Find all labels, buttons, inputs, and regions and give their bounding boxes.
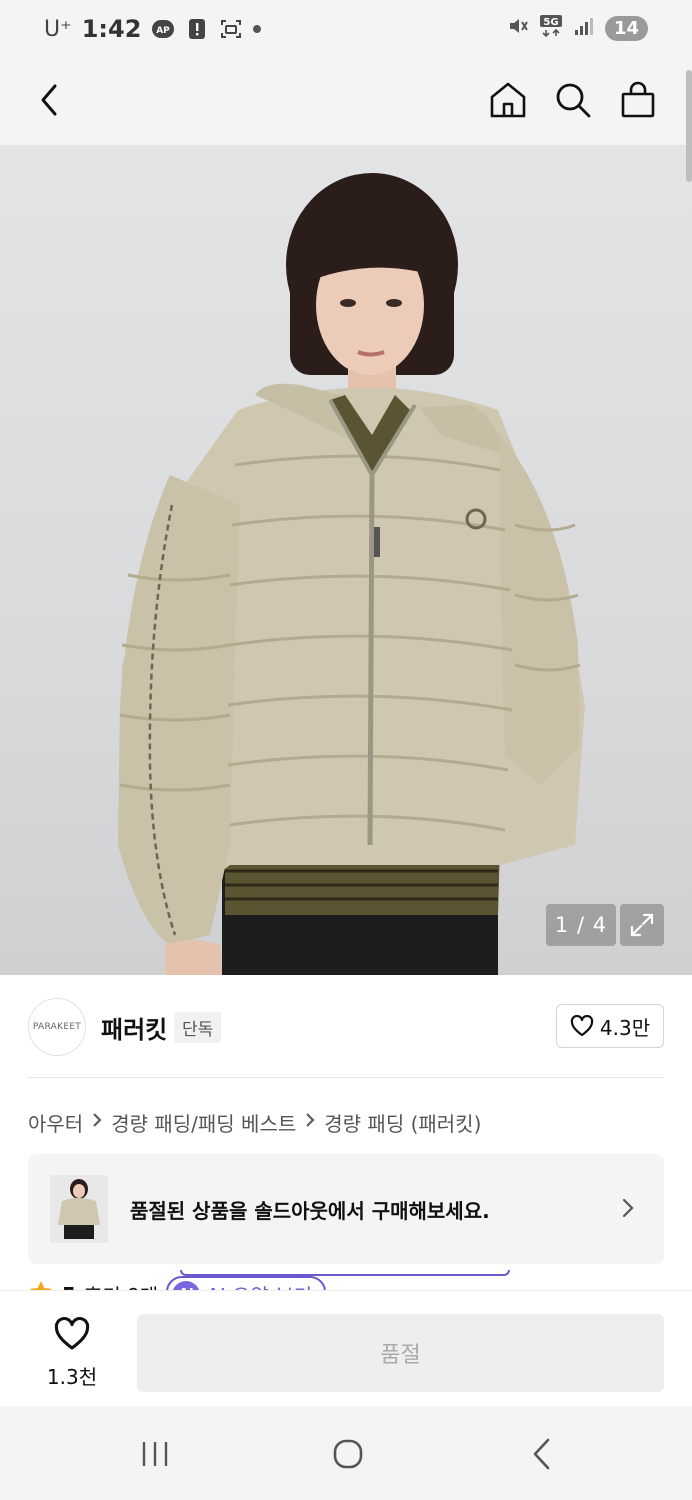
- alert-icon: [185, 17, 209, 41]
- home-button[interactable]: [484, 76, 532, 124]
- expand-image-button[interactable]: [620, 904, 664, 946]
- home-icon: [490, 82, 526, 118]
- review-summary-row: 5 후기 9개 AI AI 요약 보기: [28, 1270, 664, 1290]
- heart-icon: [54, 1316, 90, 1350]
- review-count[interactable]: 후기 9개: [84, 1280, 158, 1290]
- product-photo: [118, 173, 585, 975]
- banner-text: 품절된 상품을 솔드아웃에서 구매해보세요.: [130, 1199, 490, 1223]
- top-app-bar: [0, 58, 692, 145]
- dot-icon: [253, 25, 262, 33]
- expand-icon: [630, 913, 654, 937]
- image-counter: 1 / 4: [546, 904, 616, 946]
- chevron-right-icon: [614, 1194, 642, 1222]
- page-scrollbar[interactable]: [686, 70, 692, 182]
- carrier-label: U⁺: [44, 16, 72, 42]
- recent-apps-icon: [142, 1442, 168, 1466]
- soldout-button[interactable]: 품절: [137, 1314, 664, 1392]
- divider: [28, 1077, 664, 1078]
- breadcrumb-item-light-padding[interactable]: 경량 패딩 (패러킷): [324, 1108, 481, 1137]
- app-notification-icon: AP: [151, 17, 175, 41]
- battery-indicator: 14: [604, 15, 648, 41]
- svg-text:AP: AP: [157, 26, 171, 36]
- signal-icon: [573, 15, 595, 41]
- exclusive-badge: 단독: [174, 1012, 222, 1043]
- soldout-banner[interactable]: 품절된 상품을 솔드아웃에서 구매해보세요.: [28, 1154, 664, 1264]
- breadcrumb: 아우터 경량 패딩/패딩 베스트 경량 패딩 (패러킷): [28, 1108, 481, 1137]
- brand-name[interactable]: 패러킷: [101, 1010, 167, 1045]
- ai-summary-button[interactable]: AI AI 요약 보기: [166, 1276, 327, 1290]
- home-nav-button[interactable]: [324, 1430, 372, 1478]
- 5g-icon: 5G: [539, 14, 563, 42]
- chevron-right-icon: [92, 1112, 102, 1133]
- status-bar: U⁺ 1:42 AP 5G 14: [0, 0, 692, 58]
- svg-text:5G: 5G: [543, 17, 558, 28]
- mute-icon: [507, 15, 529, 41]
- banner-thumbnail: [50, 1175, 108, 1243]
- brand-like-button[interactable]: 4.3만: [556, 1004, 664, 1048]
- rating-value: 5: [62, 1283, 76, 1291]
- ai-badge: AI: [172, 1280, 201, 1290]
- brand-logo-text: PARAKEET: [32, 1022, 82, 1032]
- search-button[interactable]: [549, 76, 597, 124]
- brand-like-count: 4.3만: [599, 1015, 651, 1040]
- clock: 1:42: [81, 15, 142, 43]
- product-image-carousel[interactable]: 1 / 4: [0, 145, 692, 975]
- back-nav-icon: [533, 1438, 550, 1470]
- bottom-action-bar: 1.3천 품절: [0, 1290, 692, 1406]
- back-button[interactable]: [26, 76, 74, 124]
- recent-apps-button[interactable]: [131, 1430, 179, 1478]
- brand-row: PARAKEET 패러킷 단독 4.3만: [28, 996, 664, 1056]
- wishlist-count: 1.3천: [46, 1365, 98, 1389]
- brand-logo[interactable]: PARAKEET: [28, 998, 86, 1056]
- home-circle-icon: [333, 1439, 363, 1469]
- chevron-right-icon: [305, 1112, 315, 1133]
- ai-summary-label: AI 요약 보기: [206, 1280, 312, 1290]
- breadcrumb-item-outer[interactable]: 아우터: [28, 1108, 83, 1137]
- cart-button[interactable]: [614, 76, 662, 124]
- shopping-bag-icon: [621, 81, 655, 118]
- search-icon: [556, 83, 591, 118]
- breadcrumb-item-padding-vest[interactable]: 경량 패딩/패딩 베스트: [111, 1108, 296, 1137]
- heart-icon: [570, 1015, 594, 1037]
- screenshot-icon: [219, 17, 243, 41]
- star-icon: [28, 1279, 54, 1290]
- wishlist-button[interactable]: 1.3천: [36, 1316, 108, 1390]
- back-nav-button[interactable]: [518, 1430, 566, 1478]
- system-nav-bar: [0, 1406, 692, 1500]
- chevron-left-icon: [41, 84, 57, 116]
